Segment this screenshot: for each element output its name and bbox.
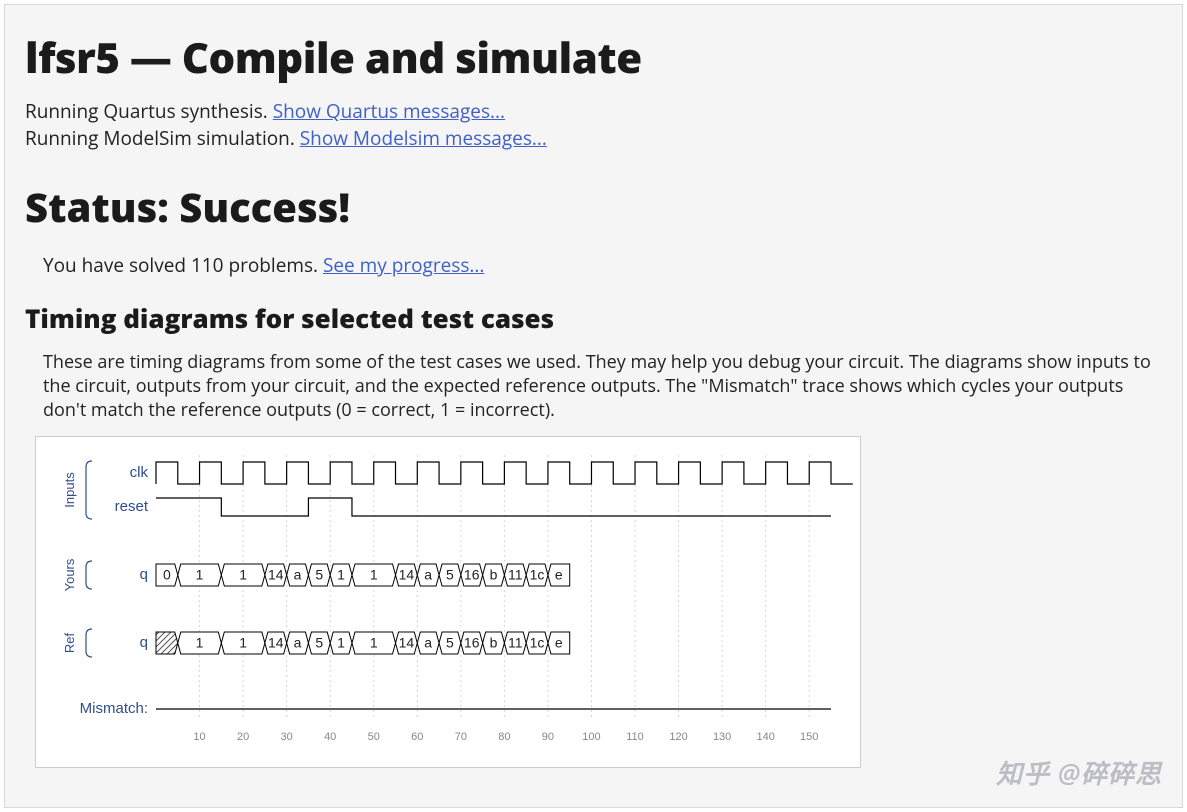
svg-text:70: 70	[455, 731, 467, 743]
synthesis-line: Running Quartus synthesis. Show Quartus …	[25, 98, 1162, 124]
svg-text:16: 16	[464, 635, 480, 651]
simulation-text: Running ModelSim simulation.	[25, 125, 300, 151]
svg-text:Yours: Yours	[62, 558, 77, 591]
svg-text:50: 50	[368, 731, 380, 743]
svg-text:60: 60	[411, 731, 423, 743]
svg-text:5: 5	[446, 567, 454, 583]
svg-text:90: 90	[542, 731, 554, 743]
svg-text:1c: 1c	[530, 635, 545, 651]
solved-line: You have solved 110 problems. See my pro…	[43, 252, 1162, 278]
svg-text:30: 30	[281, 731, 293, 743]
solved-text: You have solved 110 problems.	[43, 252, 323, 278]
see-progress-link[interactable]: See my progress...	[323, 252, 484, 278]
svg-text:1: 1	[239, 635, 247, 651]
svg-text:1: 1	[337, 567, 345, 583]
svg-text:reset: reset	[115, 498, 149, 515]
svg-text:110: 110	[626, 731, 644, 743]
svg-text:5: 5	[315, 567, 323, 583]
svg-text:a: a	[294, 635, 302, 651]
svg-text:1: 1	[196, 567, 204, 583]
svg-text:16: 16	[464, 567, 480, 583]
svg-text:14: 14	[268, 567, 284, 583]
svg-text:150: 150	[800, 731, 818, 743]
svg-text:11: 11	[508, 567, 523, 583]
svg-text:1: 1	[337, 635, 345, 651]
timing-desc: These are timing diagrams from some of t…	[43, 350, 1158, 422]
svg-text:a: a	[294, 567, 302, 583]
svg-text:q: q	[140, 566, 148, 583]
svg-text:14: 14	[399, 567, 415, 583]
svg-text:b: b	[490, 567, 498, 583]
svg-text:1: 1	[370, 567, 378, 583]
svg-text:e: e	[555, 567, 563, 583]
status-heading: Status: Success!	[25, 179, 1162, 234]
svg-text:40: 40	[324, 731, 336, 743]
show-modelsim-link[interactable]: Show Modelsim messages...	[300, 125, 547, 151]
svg-text:14: 14	[268, 635, 284, 651]
svg-text:130: 130	[713, 731, 731, 743]
svg-text:10: 10	[193, 731, 205, 743]
svg-text:20: 20	[237, 731, 249, 743]
svg-text:1c: 1c	[530, 567, 545, 583]
simulation-line: Running ModelSim simulation. Show Models…	[25, 125, 1162, 151]
svg-text:11: 11	[508, 635, 523, 651]
svg-text:e: e	[555, 635, 563, 651]
svg-text:0: 0	[163, 567, 171, 583]
synthesis-text: Running Quartus synthesis.	[25, 98, 273, 124]
svg-text:a: a	[424, 567, 432, 583]
svg-text:100: 100	[582, 731, 600, 743]
svg-text:Mismatch:: Mismatch:	[80, 700, 148, 717]
timing-diagram: 102030405060708090100110120130140150clkr…	[35, 436, 861, 768]
svg-text:120: 120	[669, 731, 687, 743]
svg-text:80: 80	[498, 731, 510, 743]
svg-text:q: q	[140, 634, 148, 651]
svg-text:clk: clk	[130, 464, 149, 481]
svg-text:1: 1	[196, 635, 204, 651]
svg-text:140: 140	[756, 731, 774, 743]
page-title: lfsr5 — Compile and simulate	[25, 29, 1162, 86]
svg-text:5: 5	[446, 635, 454, 651]
timing-heading: Timing diagrams for selected test cases	[25, 300, 1162, 336]
svg-text:a: a	[424, 635, 432, 651]
svg-text:5: 5	[315, 635, 323, 651]
show-quartus-link[interactable]: Show Quartus messages...	[273, 98, 505, 124]
svg-text:b: b	[490, 635, 498, 651]
svg-text:Ref: Ref	[62, 632, 77, 653]
svg-text:1: 1	[370, 635, 378, 651]
svg-text:1: 1	[239, 567, 247, 583]
svg-text:Inputs: Inputs	[62, 472, 77, 508]
svg-text:14: 14	[399, 635, 415, 651]
